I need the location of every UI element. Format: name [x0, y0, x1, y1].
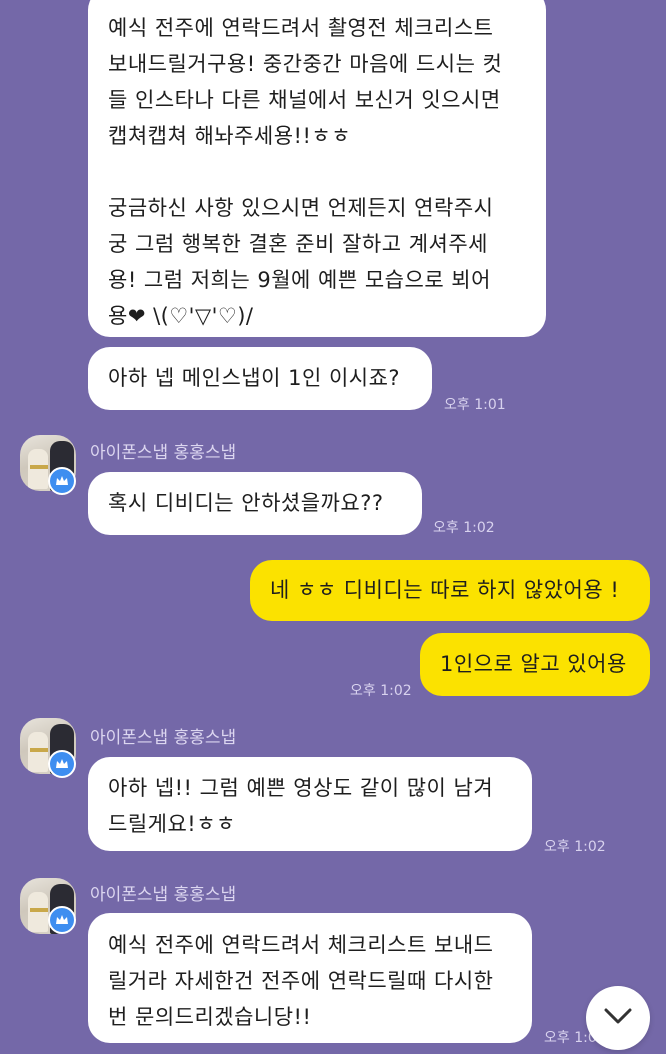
message-timestamp: 오후 1:01: [444, 397, 506, 413]
crown-icon: [48, 467, 76, 495]
message-bubble-incoming[interactable]: 아하 넵!! 그럼 예쁜 영상도 같이 많이 남겨 드릴게요!ㅎㅎ: [88, 757, 532, 851]
message-timestamp: 오후 1:02: [433, 520, 495, 536]
message-bubble-incoming[interactable]: 예식 전주에 연락드려서 촬영전 체크리스트 보내드릴거구용! 중간중간 마음에…: [88, 0, 546, 337]
message-bubble-outgoing[interactable]: 1인으로 알고 있어용: [420, 633, 650, 696]
message-bubble-outgoing[interactable]: 네 ㅎㅎ 디비디는 따로 하지 않았어용 !: [250, 560, 650, 621]
sender-name: 아이폰스냅 홍홍스냅: [90, 728, 237, 748]
message-bubble-incoming[interactable]: 혹시 디비디는 안하셨을까요??: [88, 472, 422, 535]
message-timestamp: 오후 1:02: [350, 683, 412, 699]
crown-icon: [48, 906, 76, 934]
message-timestamp: 오후 1:02: [544, 839, 606, 855]
message-bubble-incoming[interactable]: 아하 넵 메인스냅이 1인 이시죠?: [88, 347, 432, 410]
crown-icon: [48, 750, 76, 778]
sender-name: 아이폰스냅 홍홍스냅: [90, 885, 237, 905]
sender-name: 아이폰스냅 홍홍스냅: [90, 443, 237, 463]
message-bubble-incoming[interactable]: 예식 전주에 연락드려서 체크리스트 보내드 릴거라 자세한건 전주에 연락드릴…: [88, 913, 532, 1043]
chevron-down-icon: [604, 1008, 632, 1024]
scroll-to-bottom-button[interactable]: [586, 986, 650, 1050]
